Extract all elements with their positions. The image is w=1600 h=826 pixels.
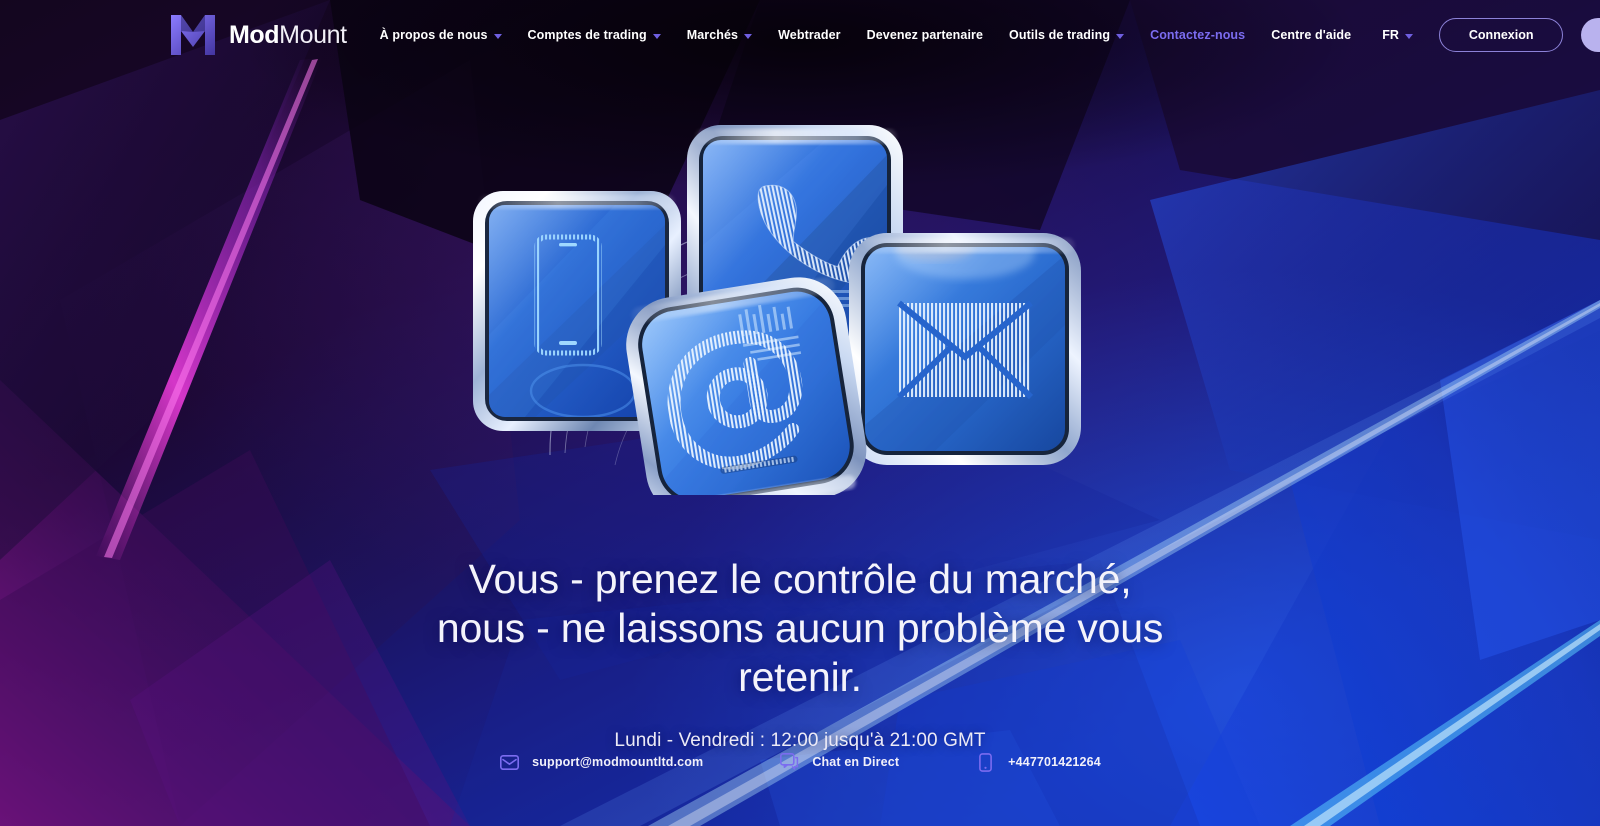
chevron-down-icon	[1116, 33, 1125, 39]
page-title: Vous - prenez le contrôle du marché, nou…	[436, 556, 1164, 700]
contact-phone[interactable]: +447701421264	[975, 752, 1101, 772]
hero-section: Vous - prenez le contrôle du marché, nou…	[0, 0, 1600, 826]
chevron-down-icon	[493, 33, 502, 39]
modmount-m-logo-icon	[171, 15, 215, 55]
mail-envelope-tile	[849, 233, 1081, 465]
nav-item-about[interactable]: À propos de nous	[367, 22, 515, 48]
brand-name-bold: Mod	[229, 20, 280, 49]
contact-live-chat-label: Chat en Direct	[812, 755, 900, 769]
support-hours: Lundi - Vendredi : 12:00 jusqu'à 21:00 G…	[614, 730, 986, 752]
chat-bubbles-icon	[779, 752, 799, 772]
nav-label: Contactez-nous	[1150, 28, 1246, 42]
email-address-tile	[626, 277, 867, 495]
nav-item-trading-tools[interactable]: Outils de trading	[996, 22, 1137, 48]
nav-item-markets[interactable]: Marchés	[674, 22, 765, 48]
brand-name: ModMount	[229, 20, 347, 49]
nav-label: Outils de trading	[1009, 28, 1111, 42]
language-selector[interactable]: FR	[1370, 22, 1425, 48]
brand-name-light: Mount	[279, 20, 347, 49]
nav-item-trading-accounts[interactable]: Comptes de trading	[515, 22, 674, 48]
brand-logo[interactable]: ModMount	[168, 12, 347, 58]
contact-live-chat[interactable]: Chat en Direct	[779, 752, 899, 772]
contact-methods-row: support@modmountltd.com Chat en Direct +…	[0, 752, 1600, 772]
nav-label: Comptes de trading	[527, 28, 647, 42]
create-account-button[interactable]: Créer un compte	[1581, 18, 1600, 52]
chevron-down-icon	[1404, 33, 1413, 39]
site-header: ModMount À propos de nous Comptes de tra…	[0, 0, 1600, 70]
primary-navigation: À propos de nous Comptes de trading Marc…	[367, 22, 1365, 48]
login-button[interactable]: Connexion	[1438, 18, 1564, 52]
language-label: FR	[1382, 28, 1399, 42]
chevron-down-icon	[744, 33, 753, 39]
nav-label: Devenez partenaire	[866, 28, 984, 42]
envelope-icon	[499, 752, 519, 772]
nav-label: Webtrader	[778, 28, 841, 42]
contact-phone-label: +447701421264	[1008, 755, 1101, 769]
hero-copy: Vous - prenez le contrôle du marché, nou…	[0, 555, 1600, 752]
mobile-phone-icon	[975, 752, 995, 772]
contact-email[interactable]: support@modmountltd.com	[499, 752, 703, 772]
header-actions: FR Connexion Créer un compte	[1370, 18, 1600, 52]
nav-label: Marchés	[686, 28, 739, 42]
nav-label: À propos de nous	[379, 28, 488, 42]
contact-channels-3d-tiles	[465, 95, 1155, 495]
nav-item-webtrader[interactable]: Webtrader	[765, 22, 854, 48]
nav-item-contact-us[interactable]: Contactez-nous	[1137, 22, 1258, 48]
nav-item-become-partner[interactable]: Devenez partenaire	[854, 22, 996, 48]
nav-label: Centre d'aide	[1271, 28, 1352, 42]
contact-email-label: support@modmountltd.com	[532, 755, 704, 769]
nav-item-help-center[interactable]: Centre d'aide	[1258, 22, 1364, 48]
chevron-down-icon	[652, 33, 661, 39]
